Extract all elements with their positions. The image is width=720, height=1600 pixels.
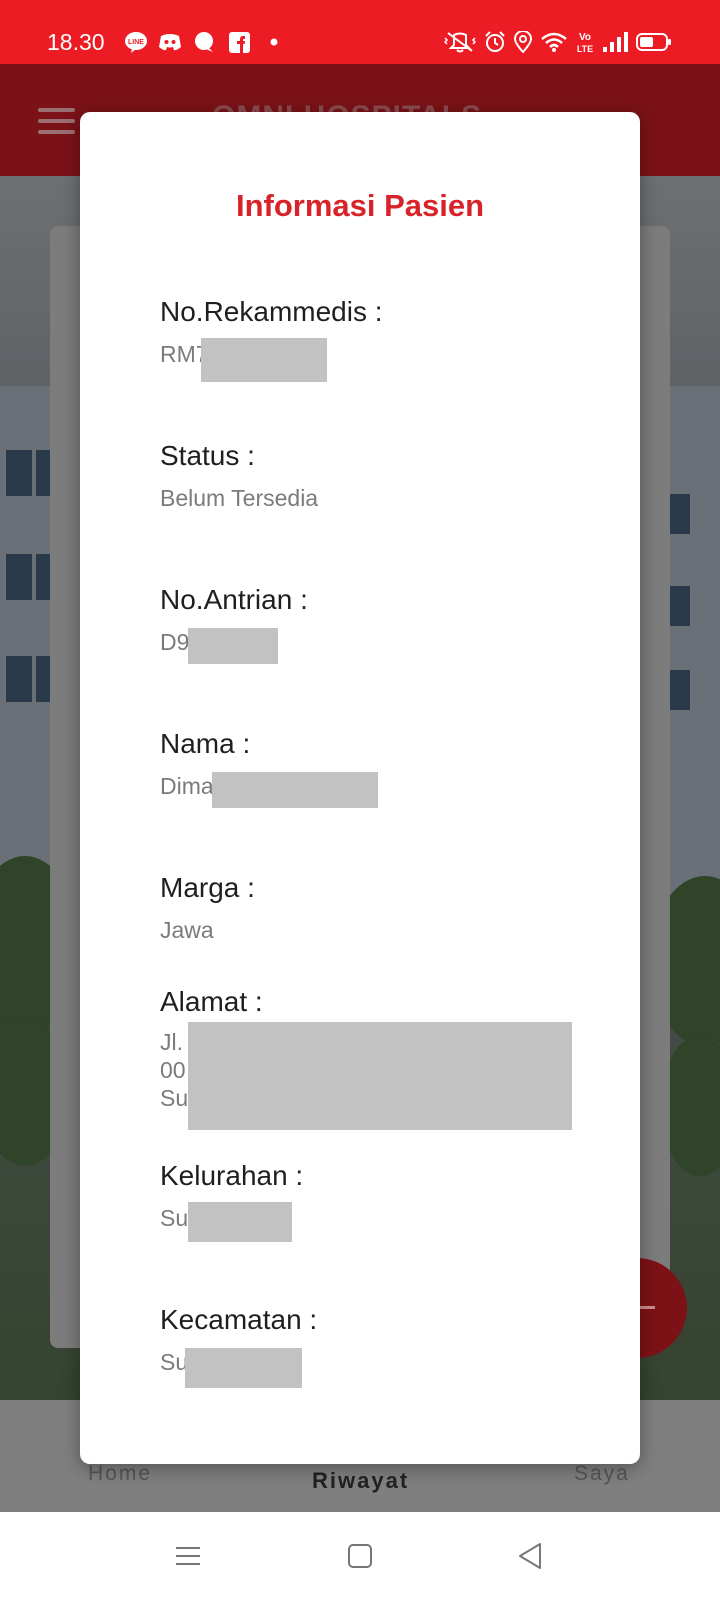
label-alamat: Alamat : bbox=[160, 986, 263, 1017]
redaction-block bbox=[188, 1022, 572, 1130]
svg-text:LTE: LTE bbox=[577, 44, 593, 54]
signal-icon bbox=[602, 29, 628, 55]
home-square-icon[interactable] bbox=[344, 1540, 376, 1572]
chat-bubble-icon bbox=[193, 29, 215, 55]
label-status: Status : bbox=[160, 440, 255, 471]
dialog-title: Informasi Pasien bbox=[235, 188, 485, 223]
wifi-icon bbox=[540, 29, 568, 55]
recent-apps-icon[interactable] bbox=[172, 1540, 204, 1572]
svg-text:Vo: Vo bbox=[579, 32, 591, 43]
redaction-block bbox=[185, 1348, 302, 1388]
line-icon: LINE bbox=[124, 29, 148, 55]
value-alamat-line-2: 00 bbox=[160, 1057, 186, 1083]
svg-text:LINE: LINE bbox=[128, 39, 144, 46]
redaction-block bbox=[201, 338, 327, 382]
alarm-icon bbox=[484, 29, 506, 55]
back-triangle-icon[interactable] bbox=[514, 1540, 546, 1572]
value-alamat-line-3: Su bbox=[160, 1085, 189, 1111]
value-marga: Jawa bbox=[160, 917, 214, 943]
value-kelurahan: Su bbox=[160, 1205, 189, 1231]
label-no-rekammedis: No.Rekammedis : bbox=[160, 296, 383, 327]
menu-icon[interactable] bbox=[38, 108, 75, 134]
redaction-block bbox=[188, 1202, 292, 1242]
label-marga: Marga : bbox=[160, 872, 255, 903]
label-no-antrian: No.Antrian : bbox=[160, 584, 308, 615]
value-status: Belum Tersedia bbox=[160, 485, 319, 511]
location-icon bbox=[514, 29, 532, 55]
value-alamat-line-1: Jl. bbox=[160, 1029, 183, 1055]
discord-icon bbox=[158, 29, 182, 55]
value-nama: Dima bbox=[160, 773, 214, 799]
label-kecamatan: Kecamatan : bbox=[160, 1304, 318, 1335]
redaction-block bbox=[188, 628, 278, 664]
dot-icon bbox=[270, 29, 278, 55]
patient-info-dialog: Informasi Pasien No.Rekammedis : RM7 Sta… bbox=[80, 112, 640, 1464]
redaction-block bbox=[212, 772, 378, 808]
mute-vibrate-icon bbox=[444, 29, 476, 55]
nav-item-riwayat[interactable]: Riwayat bbox=[312, 1468, 409, 1494]
status-bar: 18.30 LINE Vo LTE bbox=[0, 0, 720, 64]
battery-icon bbox=[636, 29, 672, 55]
value-kecamatan: Su bbox=[160, 1349, 189, 1375]
nav-item-saya[interactable]: Saya bbox=[574, 1462, 630, 1486]
label-nama: Nama : bbox=[160, 728, 251, 759]
value-no-antrian: D9 bbox=[160, 629, 190, 655]
label-kelurahan: Kelurahan : bbox=[160, 1160, 304, 1191]
volte-icon: Vo LTE bbox=[576, 29, 594, 55]
nav-item-home[interactable]: Home bbox=[88, 1462, 152, 1486]
facebook-icon bbox=[229, 29, 250, 55]
status-time: 18.30 bbox=[47, 29, 105, 55]
